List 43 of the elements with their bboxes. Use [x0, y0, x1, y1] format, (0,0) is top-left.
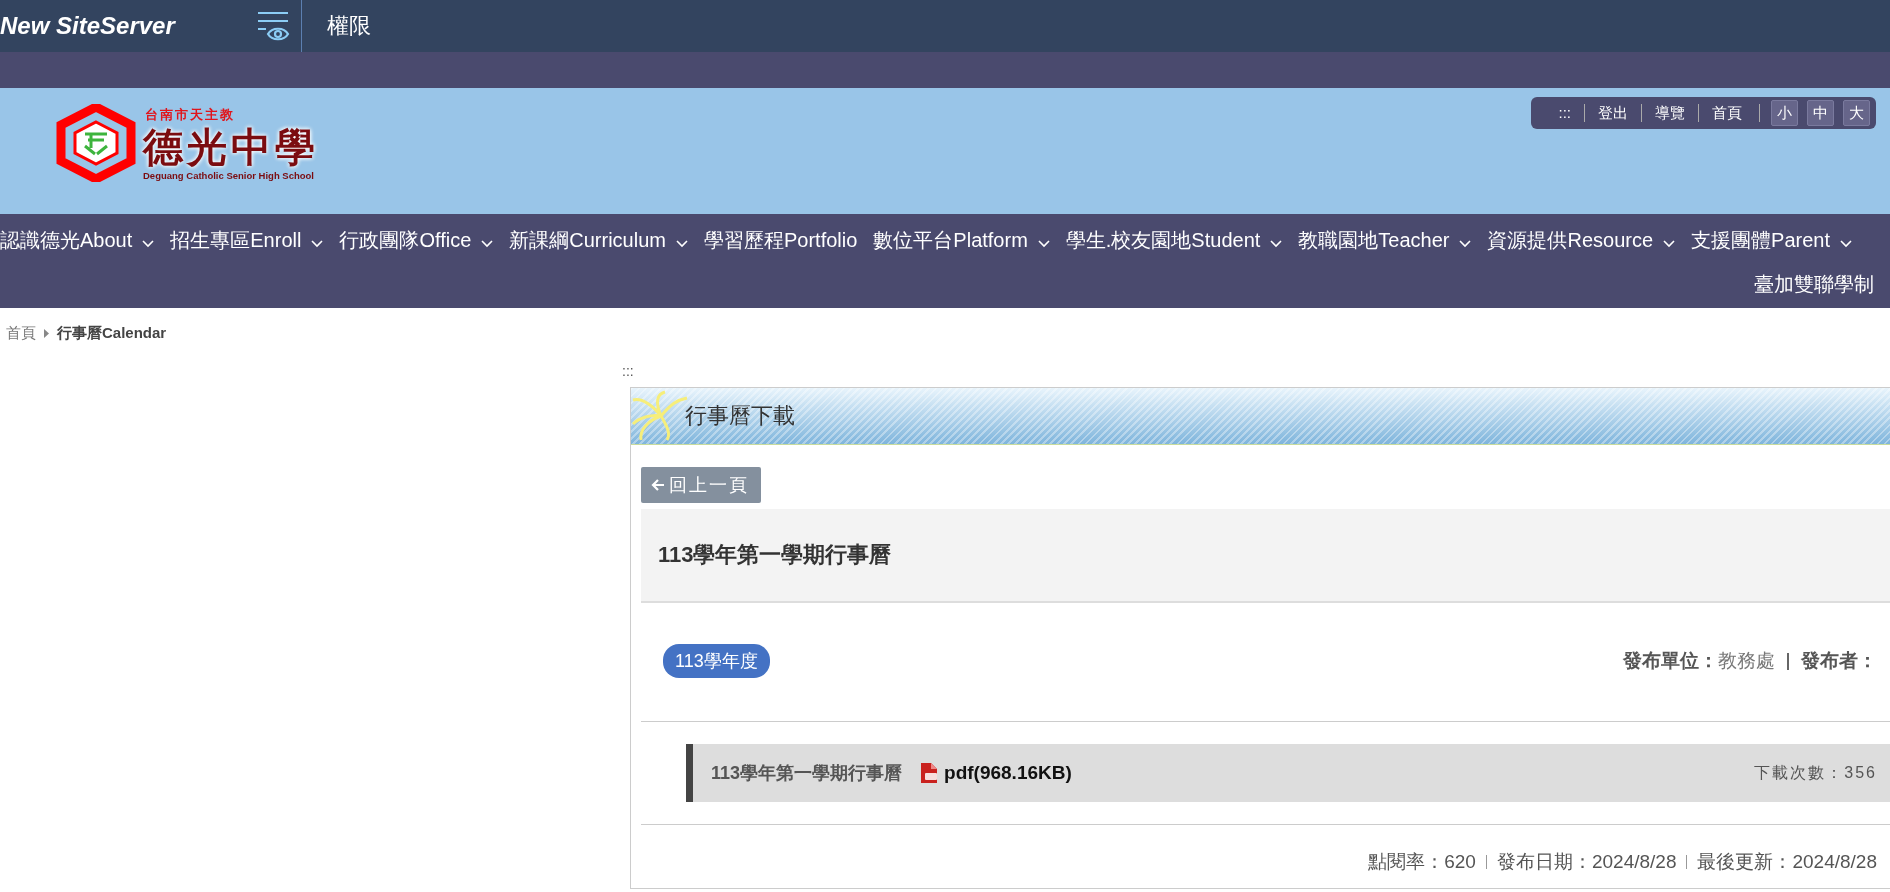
download-count: 下載次數：356	[1754, 762, 1877, 783]
article-stat: 發布日期：2024/8/28	[1496, 850, 1677, 874]
header-link[interactable]: 首頁	[1698, 104, 1755, 122]
nav-item[interactable]: 臺加雙聯學制	[1754, 262, 1890, 306]
school-english-name: Deguang Catholic Senior High School	[143, 169, 315, 181]
nav-item[interactable]: 學生.校友園地Student	[1065, 218, 1299, 262]
skip-anchor[interactable]: :::	[622, 363, 1890, 379]
article-title: 113學年第一學期行事曆	[658, 541, 892, 569]
nav-item[interactable]: 新課綱Curriculum	[509, 218, 704, 262]
breadcrumb-link[interactable]: 首頁	[6, 324, 36, 343]
header-link[interactable]: 登出	[1584, 104, 1641, 122]
publish-unit: 發布單位：教務處	[1623, 649, 1775, 673]
file-name: 113學年第一學期行事曆	[711, 762, 903, 785]
breadcrumb-link[interactable]: 行事曆Calendar	[57, 324, 167, 343]
year-tag: 113學年度	[663, 644, 770, 678]
pdf-file-icon	[920, 763, 939, 783]
font-size-button[interactable]: 大	[1843, 100, 1870, 126]
arrow-left-icon	[651, 478, 665, 492]
nav-item[interactable]: 教職園地Teacher	[1298, 218, 1488, 262]
brand-logo[interactable]: New SiteServer	[0, 12, 250, 40]
panel-title: 行事曆下載	[685, 402, 795, 430]
stat-divider	[1686, 855, 1688, 869]
nav-item[interactable]: 招生專區Enroll	[170, 218, 340, 262]
nav-item[interactable]: 數位平台Platform	[873, 218, 1066, 262]
nav-item[interactable]: 學習歷程Portfolio	[703, 218, 874, 262]
nav-item[interactable]: 支援團體Parent	[1691, 218, 1869, 262]
nav-item[interactable]: 資源提供Resource	[1487, 218, 1692, 262]
publisher-label: 發布者：	[1801, 649, 1877, 673]
nav-item[interactable]: 行政團隊Office	[339, 218, 510, 262]
file-download-link[interactable]: pdf(968.16KB)	[944, 762, 1072, 784]
header-link[interactable]: 導覽	[1641, 104, 1698, 122]
school-emblem-icon[interactable]	[55, 104, 137, 182]
article-stat: 點閱率：620	[1368, 850, 1476, 874]
caret-right-icon	[44, 329, 49, 338]
logo-city-text: 台南市天主教	[144, 105, 236, 124]
font-size-button[interactable]: 小	[1771, 100, 1798, 126]
article-stat: 最後更新：2024/8/28	[1697, 850, 1877, 874]
menu-eye-icon[interactable]	[257, 10, 291, 42]
school-name: 德光中學	[143, 123, 319, 170]
stat-divider	[1485, 855, 1487, 869]
skip-link[interactable]: :::	[1545, 104, 1584, 122]
font-size-button[interactable]: 中	[1807, 100, 1834, 126]
nav-item[interactable]: 認識德光About	[0, 218, 171, 262]
